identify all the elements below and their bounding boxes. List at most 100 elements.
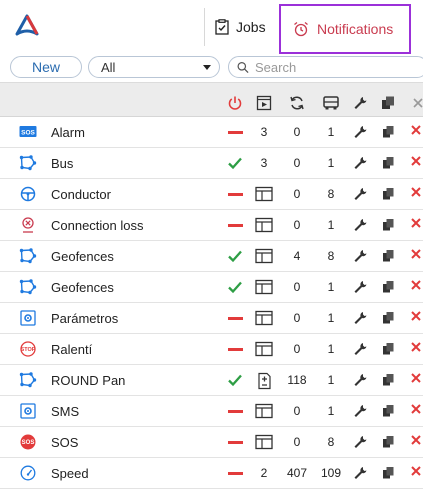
svg-text:SOS: SOS xyxy=(21,130,35,137)
delete-icon[interactable] xyxy=(410,278,423,296)
disabled-dash-icon[interactable] xyxy=(226,402,244,420)
delete-icon[interactable] xyxy=(410,216,423,234)
copy-icon[interactable] xyxy=(380,465,396,481)
unit-count: 1 xyxy=(327,125,335,139)
wrench-icon[interactable] xyxy=(352,310,368,326)
list-item[interactable]: ROUND Pan 118 1 xyxy=(0,365,423,396)
list-item[interactable]: Parámetros 0 1 xyxy=(0,303,423,334)
delete-icon[interactable] xyxy=(410,402,423,420)
wrench-icon[interactable] xyxy=(352,434,368,450)
wrench-icon[interactable] xyxy=(352,403,368,419)
wrench-icon[interactable] xyxy=(352,279,368,295)
route-icon xyxy=(19,372,37,388)
action-count: 3 xyxy=(260,156,268,170)
list-item[interactable]: SMS 0 1 xyxy=(0,396,423,427)
disabled-dash-icon[interactable] xyxy=(226,309,244,327)
item-name: Ralentí xyxy=(51,342,93,357)
bus-icon[interactable] xyxy=(321,93,341,113)
delete-icon[interactable] xyxy=(410,185,423,203)
trigger-count: 0 xyxy=(293,125,301,139)
copy-icon[interactable] xyxy=(380,403,396,419)
search-icon xyxy=(237,61,249,73)
copy-icon[interactable] xyxy=(380,372,396,388)
trigger-count: 0 xyxy=(293,404,301,418)
action-count: 3 xyxy=(260,125,268,139)
filter-select[interactable]: All xyxy=(88,56,220,78)
disabled-dash-icon[interactable] xyxy=(226,340,244,358)
wrench-icon[interactable] xyxy=(352,155,368,171)
enabled-check-icon[interactable] xyxy=(226,154,244,172)
close-icon[interactable] xyxy=(408,93,423,113)
delete-icon[interactable] xyxy=(410,340,423,358)
wrench-icon[interactable] xyxy=(352,217,368,233)
wrench-icon[interactable] xyxy=(352,248,368,264)
unit-count: 8 xyxy=(327,435,335,449)
refresh-icon[interactable] xyxy=(287,93,307,113)
wrench-icon[interactable] xyxy=(352,124,368,140)
copy-icon[interactable] xyxy=(380,310,396,326)
list-item[interactable]: Bus 3 0 1 xyxy=(0,148,423,179)
unit-count: 1 xyxy=(327,342,335,356)
delete-icon[interactable] xyxy=(410,309,423,327)
settings-box-icon xyxy=(19,310,37,326)
copy-icon[interactable] xyxy=(380,341,396,357)
delete-icon[interactable] xyxy=(410,371,423,389)
list-item[interactable]: Speed 2 407 109 xyxy=(0,458,423,489)
stop-sign-icon: STOP xyxy=(19,341,37,357)
delete-icon[interactable] xyxy=(410,247,423,265)
window-icon xyxy=(254,341,274,357)
svg-text:STOP: STOP xyxy=(21,347,36,353)
list-item[interactable]: SOS Alarm 3 0 1 xyxy=(0,117,423,148)
trigger-count: 0 xyxy=(293,280,301,294)
copy-icon[interactable] xyxy=(380,124,396,140)
list-item[interactable]: Geofences 4 8 xyxy=(0,241,423,272)
tab-jobs-label: Jobs xyxy=(236,19,266,35)
copy-icon[interactable] xyxy=(380,186,396,202)
list-item[interactable]: Conductor 0 8 xyxy=(0,179,423,210)
disabled-dash-icon[interactable] xyxy=(226,216,244,234)
filter-select-value: All xyxy=(101,59,116,75)
wrench-icon[interactable] xyxy=(352,186,368,202)
play-box-icon[interactable] xyxy=(254,93,274,113)
wrench-icon[interactable] xyxy=(352,341,368,357)
disabled-dash-icon[interactable] xyxy=(226,433,244,451)
wrench-icon[interactable] xyxy=(352,372,368,388)
delete-icon[interactable] xyxy=(410,464,423,482)
item-name: SMS xyxy=(51,404,80,419)
disabled-dash-icon[interactable] xyxy=(226,464,244,482)
new-button[interactable]: New xyxy=(10,56,82,78)
tab-jobs[interactable]: Jobs xyxy=(214,12,266,42)
disabled-dash-icon[interactable] xyxy=(226,185,244,203)
list-item[interactable]: Geofences 0 1 xyxy=(0,272,423,303)
speedometer-icon xyxy=(19,465,37,481)
delete-icon[interactable] xyxy=(410,433,423,451)
sos-badge-icon: SOS xyxy=(19,124,37,140)
search-input[interactable] xyxy=(253,58,423,76)
delete-icon[interactable] xyxy=(410,123,423,141)
top-bar: Jobs Notifications xyxy=(0,0,423,54)
copy-icon[interactable] xyxy=(380,434,396,450)
wrench-icon[interactable] xyxy=(350,93,370,113)
unit-count: 8 xyxy=(327,249,335,263)
item-name: Speed xyxy=(51,466,89,481)
list-item[interactable]: Connection loss 0 1 xyxy=(0,210,423,241)
svg-text:SOS: SOS xyxy=(22,440,35,446)
copy-icon[interactable] xyxy=(380,248,396,264)
enabled-check-icon[interactable] xyxy=(226,278,244,296)
copy-icon[interactable] xyxy=(380,217,396,233)
enabled-check-icon[interactable] xyxy=(226,371,244,389)
copy-icon[interactable] xyxy=(380,279,396,295)
wrench-icon[interactable] xyxy=(352,465,368,481)
enabled-check-icon[interactable] xyxy=(226,247,244,265)
trigger-count: 0 xyxy=(293,218,301,232)
power-icon[interactable] xyxy=(225,93,245,113)
copy-icon[interactable] xyxy=(378,93,398,113)
list-item[interactable]: STOP Ralentí 0 1 xyxy=(0,334,423,365)
list-item[interactable]: SOS SOS 0 8 xyxy=(0,427,423,458)
copy-icon[interactable] xyxy=(380,155,396,171)
disabled-dash-icon[interactable] xyxy=(226,123,244,141)
app-logo-icon[interactable] xyxy=(15,14,39,38)
window-icon xyxy=(254,217,274,233)
tab-notifications[interactable]: Notifications xyxy=(279,4,411,54)
delete-icon[interactable] xyxy=(410,154,423,172)
